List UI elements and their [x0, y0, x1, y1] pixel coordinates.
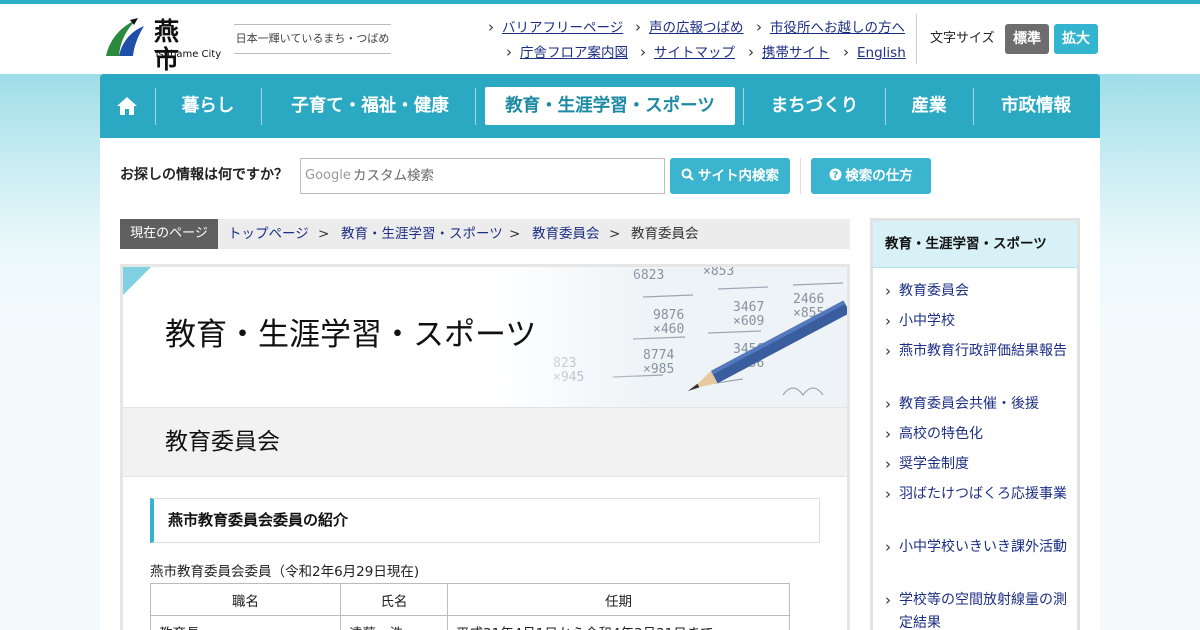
table-row: 教育長 遠藤 浩 平成31年4月1日から令和4年3月31日まで: [150, 615, 790, 630]
svg-text:?: ?: [833, 170, 839, 181]
nav-separator: [475, 88, 476, 125]
search-help-button-label: 検索の仕方: [845, 168, 913, 184]
search-help-button[interactable]: ? 検索の仕方: [811, 158, 931, 194]
site-logo[interactable]: 燕 市 Tsubame City: [100, 16, 222, 74]
logo-name: 燕 市: [154, 17, 186, 74]
top-accent-bar: [0, 0, 1200, 4]
section-heading: 燕市教育委員会委員の紹介: [150, 498, 820, 543]
util-link-sitemap[interactable]: サイトマップ: [640, 43, 735, 62]
table-cell-position: 教育長: [150, 615, 341, 630]
util-link-barrier-free[interactable]: バリアフリーページ: [488, 18, 623, 37]
nav-item-city-info[interactable]: 市政情報: [982, 87, 1090, 125]
breadcrumb-separator: >: [509, 226, 521, 242]
breadcrumb-link-board[interactable]: 教育委員会: [532, 219, 600, 249]
nav-item-town-planning[interactable]: まちづくり: [752, 87, 877, 125]
sidebar-item-board-of-education[interactable]: 教育委員会: [885, 280, 1067, 303]
nav-separator: [973, 88, 974, 125]
section-title: 燕市教育委員会委員の紹介: [168, 511, 349, 529]
tsubame-logo-icon: [106, 18, 144, 56]
sidebar-item-evaluation-report[interactable]: 燕市教育行政評価結果報告: [885, 340, 1067, 363]
pencil-worksheet-illustration: 9876 ×460 3467 ×609 2466 ×855 8774 ×985 …: [493, 267, 847, 407]
search-placeholder: カスタム検索: [353, 168, 434, 184]
nav-separator: [155, 88, 156, 125]
sidebar-heading-text: 教育・生涯学習・スポーツ: [885, 236, 1047, 252]
util-link-mobile[interactable]: 携帯サイト: [748, 43, 829, 62]
sidebar: 教育・生涯学習・スポーツ 教育委員会 小中学校 燕市教育行政評価結果報告 教育委…: [870, 218, 1080, 630]
table-header-position: 職名: [150, 583, 341, 616]
nav-item-living[interactable]: 暮らし: [164, 87, 252, 125]
main-panel: 9876 ×460 3467 ×609 2466 ×855 8774 ×985 …: [120, 264, 850, 630]
page-heading-band: 教育委員会: [123, 407, 847, 477]
logo-english: Tsubame City: [154, 49, 222, 60]
table-cell-name: 遠藤 浩: [340, 615, 448, 630]
search-input[interactable]: Google カスタム検索: [300, 158, 665, 194]
table-caption: 燕市教育委員会委員（令和2年6月29日現在): [150, 564, 420, 580]
breadcrumb-separator: >: [609, 226, 621, 242]
font-size-normal-button[interactable]: 標準: [1005, 24, 1049, 54]
sidebar-heading: 教育・生涯学習・スポーツ: [873, 221, 1077, 268]
sidebar-item-schools[interactable]: 小中学校: [885, 310, 1067, 333]
util-link-visitors[interactable]: 市役所へお越しの方へ: [756, 18, 905, 37]
members-table: 職名 氏名 任期 教育長 遠藤 浩 平成31年4月1日から令和4年3月31日まで: [150, 583, 790, 630]
nav-item-industry[interactable]: 産業: [894, 87, 964, 125]
font-size-large-button[interactable]: 拡大: [1054, 24, 1098, 54]
sidebar-item-radiation-measurement[interactable]: 学校等の空間放射線量の測定結果: [885, 589, 1067, 630]
table-header-term: 任期: [447, 583, 790, 616]
util-link-voice-koho[interactable]: 声の広報つばめ: [635, 18, 743, 37]
breadcrumb-link-education[interactable]: 教育・生涯学習・スポーツ: [341, 219, 503, 249]
search-label: お探しの情報は何ですか？: [120, 167, 288, 183]
city-tagline: 日本一輝いているまち・つばめ: [234, 24, 391, 54]
breadcrumb-separator: >: [318, 226, 330, 242]
page-title: 教育委員会: [165, 429, 280, 455]
nav-separator: [885, 88, 886, 125]
table-cell-term: 平成31年4月1日から令和4年3月31日まで: [447, 615, 790, 630]
search-icon: [681, 168, 694, 181]
nav-separator: [261, 88, 262, 125]
category-title: 教育・生涯学習・スポーツ: [165, 317, 537, 353]
home-icon[interactable]: [116, 95, 138, 117]
sidebar-item-high-school[interactable]: 高校の特色化: [885, 423, 1067, 446]
site-search-button-label: サイト内検索: [698, 168, 779, 184]
sidebar-item-scholarship[interactable]: 奨学金制度: [885, 453, 1067, 476]
breadcrumb-current: 教育委員会: [631, 226, 699, 242]
font-size-label: 文字サイズ: [930, 31, 995, 46]
sidebar-item-extracurricular[interactable]: 小中学校いきいき課外活動: [885, 536, 1067, 559]
banner-corner-accent: [123, 267, 151, 295]
sidebar-item-tsubakuro-support[interactable]: 羽ばたけつばくろ応援事業: [885, 483, 1067, 506]
table-header-name: 氏名: [340, 583, 448, 616]
google-label: Google: [305, 168, 351, 183]
nav-separator: [743, 88, 744, 125]
breadcrumb-link-top[interactable]: トップページ: [228, 219, 309, 249]
global-nav: 暮らし 子育て・福祉・健康 教育・生涯学習・スポーツ まちづくり 産業 市政情報: [100, 74, 1100, 138]
header-divider: [916, 14, 917, 64]
category-banner: 9876 ×460 3467 ×609 2466 ×855 8774 ×985 …: [123, 267, 847, 407]
table-header-row: 職名 氏名 任期: [150, 583, 790, 616]
question-circle-icon: ?: [829, 168, 842, 181]
nav-item-childcare-welfare[interactable]: 子育て・福祉・健康: [270, 87, 470, 125]
content-area: お探しの情報は何ですか？ Google カスタム検索 サイト内検索 ? 検索の仕…: [100, 138, 1100, 630]
search-divider: [800, 158, 801, 194]
nav-item-education-active[interactable]: 教育・生涯学習・スポーツ: [485, 87, 735, 125]
util-link-floor-guide[interactable]: 庁舎フロア案内図: [506, 43, 628, 62]
util-link-english[interactable]: English: [843, 43, 906, 62]
breadcrumb: 現在のページ トップページ > 教育・生涯学習・スポーツ > 教育委員会 > 教…: [120, 219, 850, 249]
site-search-button[interactable]: サイト内検索: [670, 158, 790, 194]
sidebar-item-sponsorship[interactable]: 教育委員会共催・後援: [885, 393, 1067, 416]
breadcrumb-label: 現在のページ: [120, 219, 218, 249]
